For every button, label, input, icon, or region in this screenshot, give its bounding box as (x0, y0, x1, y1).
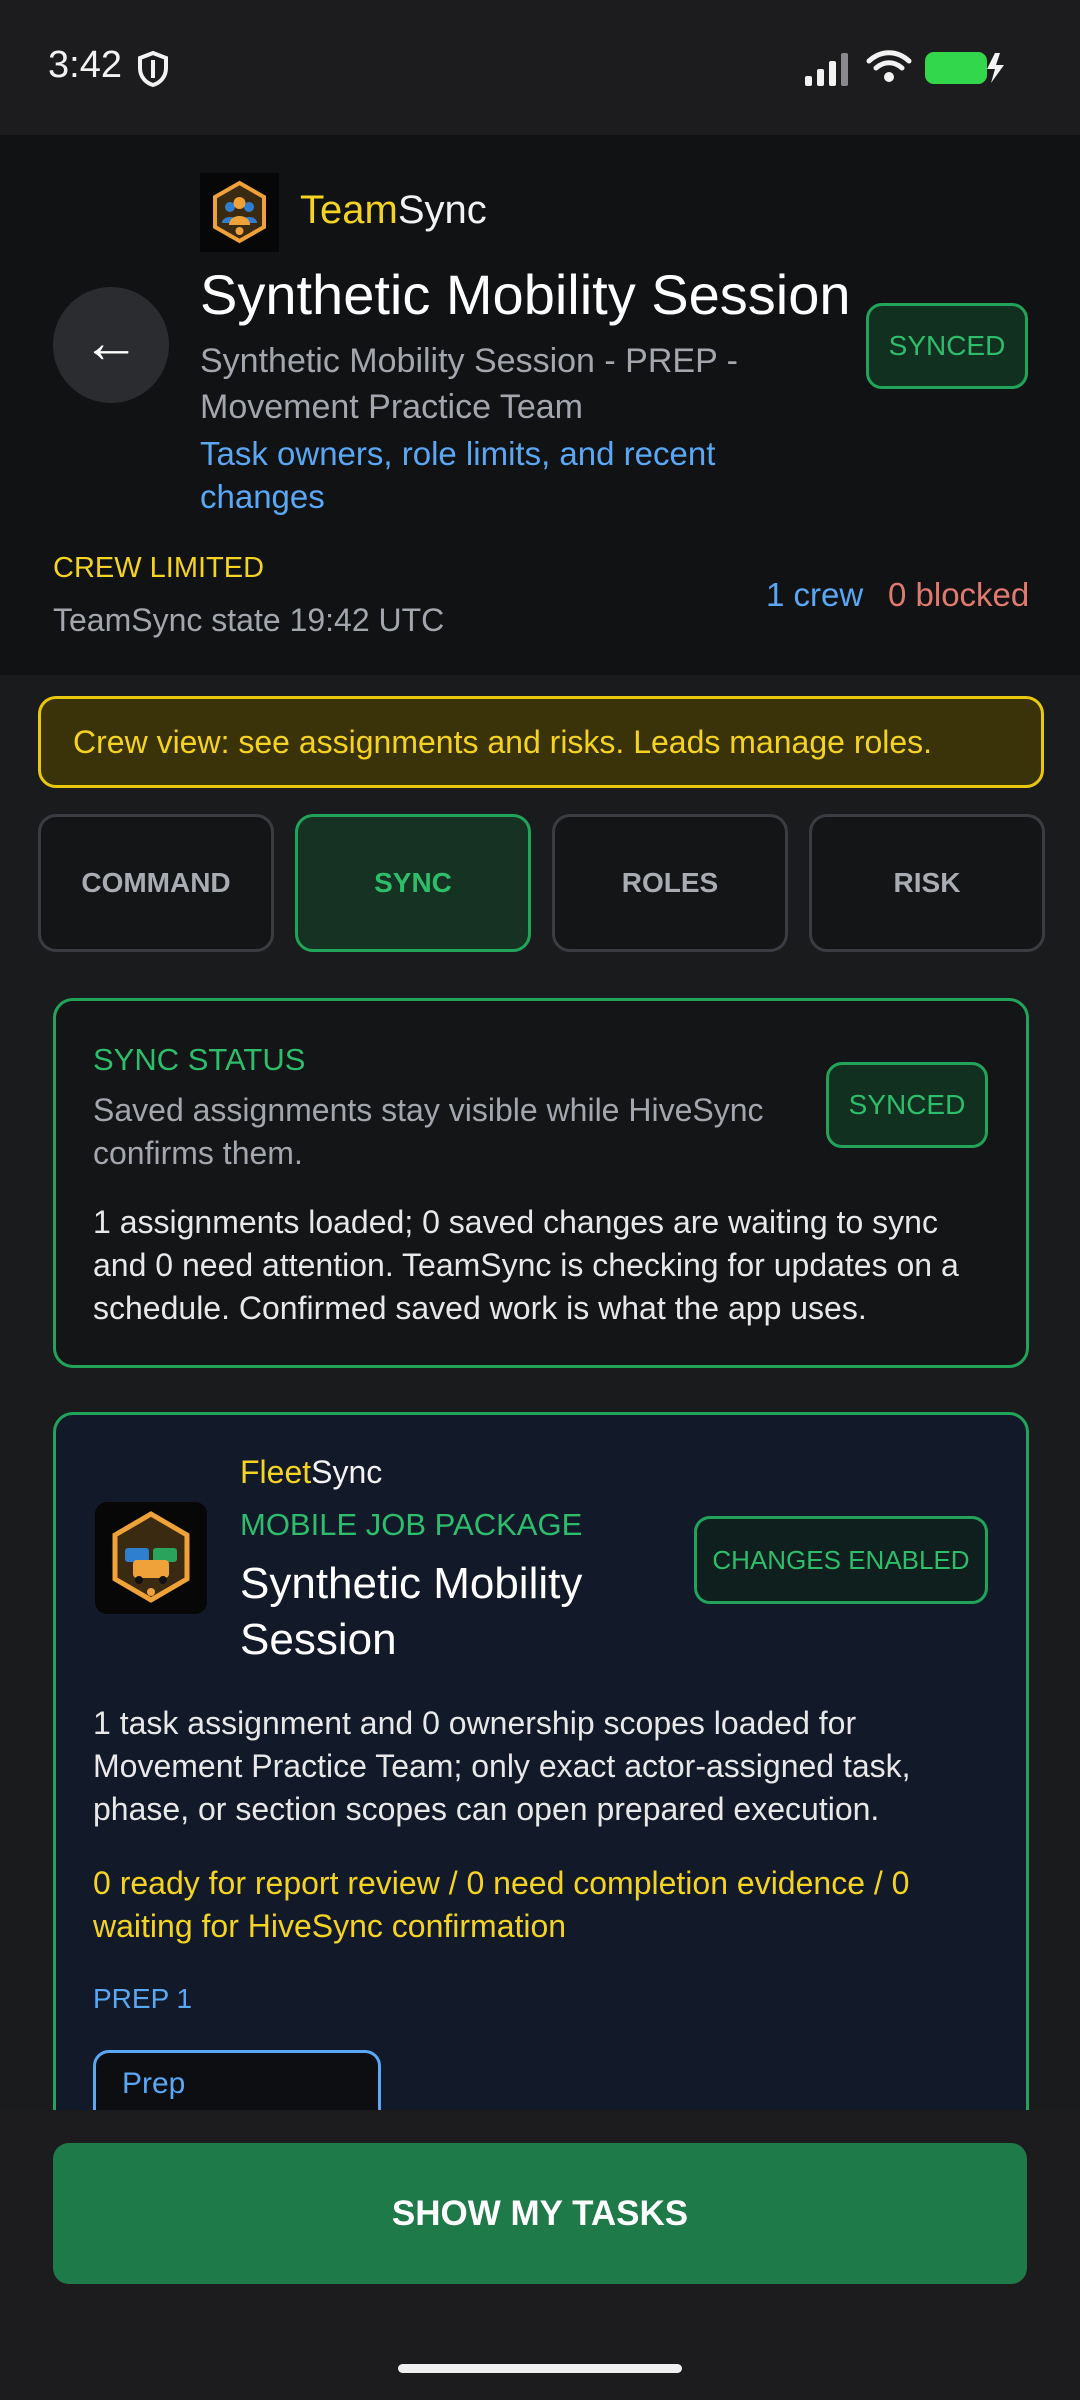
tab-risk[interactable]: RISK (809, 814, 1045, 952)
home-indicator[interactable] (398, 2364, 682, 2373)
header-synced-badge: SYNCED (866, 303, 1028, 389)
status-bar: 3:42 (0, 0, 1080, 135)
package-warning: 0 ready for report review / 0 need compl… (93, 1865, 910, 1944)
blocked-count: 0 blocked (888, 576, 1030, 613)
battery-charging-icon (925, 52, 1004, 84)
session-subtitle: Synthetic Mobility Session - PREP - Move… (200, 342, 738, 426)
sync-status-badge: SYNCED (826, 1062, 988, 1148)
cellular-signal-icon (805, 53, 848, 86)
shield-icon (138, 50, 168, 88)
sync-status-body: 1 assignments loaded; 0 saved changes ar… (93, 1204, 959, 1326)
tab-command[interactable]: COMMAND (38, 814, 274, 952)
brand-team: Team (300, 188, 398, 232)
back-button[interactable]: ← (53, 287, 169, 403)
sync-status-subtitle: Saved assignments stay visible while Hiv… (93, 1092, 764, 1171)
brand-sync: Sync (397, 188, 487, 232)
tab-sync[interactable]: SYNC (295, 814, 531, 952)
brand-fleet: Fleet (240, 1454, 312, 1490)
page-title: Synthetic Mobility Session (200, 263, 851, 326)
crew-view-notice: Crew view: see assignments and risks. Le… (38, 696, 1044, 788)
crew-count: 1 crew (766, 576, 864, 613)
teamsync-logo (200, 173, 279, 252)
fleetsync-logo (95, 1502, 207, 1614)
fleetsync-brand: FleetSync (240, 1454, 382, 1491)
brand-sync-2: Sync (311, 1454, 383, 1490)
back-arrow-icon: ← (82, 310, 140, 375)
state-timestamp: TeamSync state 19:42 UTC (53, 602, 445, 638)
package-title: Synthetic Mobility Session (240, 1559, 583, 1664)
package-kicker: MOBILE JOB PACKAGE (240, 1507, 583, 1542)
crew-limited-label: CREW LIMITED (53, 552, 265, 584)
tab-roles[interactable]: ROLES (552, 814, 788, 952)
prep-section-label: PREP 1 (93, 1983, 193, 2014)
wifi-icon (866, 50, 912, 82)
status-time: 3:42 (48, 44, 122, 86)
show-my-tasks-button[interactable]: SHOW MY TASKS (53, 2143, 1027, 2284)
teamsync-brand: TeamSync (300, 188, 487, 233)
package-body: 1 task assignment and 0 ownership scopes… (93, 1705, 911, 1827)
changes-enabled-badge: CHANGES ENABLED (694, 1516, 988, 1604)
sync-status-title: SYNC STATUS (93, 1042, 306, 1077)
task-owners-link[interactable]: Task owners, role limits, and recent cha… (200, 432, 800, 518)
